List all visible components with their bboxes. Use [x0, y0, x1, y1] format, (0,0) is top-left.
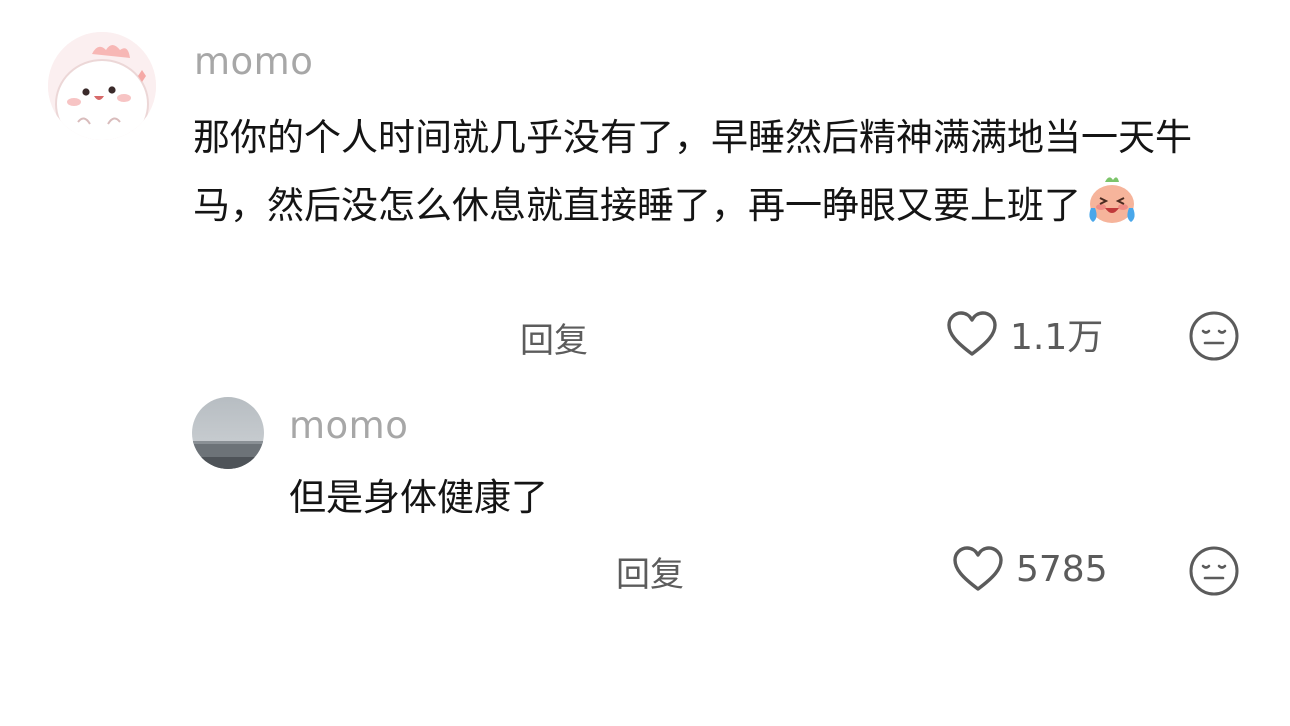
laugh-cry-emoji-icon — [1085, 174, 1139, 226]
comment-text: 那你的个人时间就几乎没有了，早睡然后精神满满地当一天牛马，然后没怎么休息就直接睡… — [193, 104, 1253, 240]
username[interactable]: momo — [194, 40, 313, 83]
like-button[interactable]: 5785 — [952, 545, 1108, 593]
reply-button[interactable]: 回复 — [616, 547, 684, 596]
comment-text: 但是身体健康了 — [289, 476, 548, 519]
cartoon-avatar-image — [48, 32, 156, 140]
heart-outline-icon — [947, 311, 997, 356]
like-count: 5785 — [1016, 548, 1108, 590]
meh-face-icon[interactable] — [1188, 545, 1240, 597]
like-count: 1.1万 — [1010, 317, 1104, 358]
meh-face-icon[interactable] — [1188, 310, 1240, 362]
sea-photo-avatar-image — [192, 397, 264, 469]
reply-comment-item: momo 但是身体健康了 回复 5785 — [0, 380, 1290, 726]
comment-text-body: 那你的个人时间就几乎没有了，早睡然后精神满满地当一天牛马，然后没怎么休息就直接睡… — [193, 116, 1192, 227]
avatar[interactable] — [192, 397, 264, 469]
heart-outline-icon — [953, 546, 1003, 591]
avatar[interactable] — [48, 32, 156, 140]
comment-item: momo 那你的个人时间就几乎没有了，早睡然后精神满满地当一天牛马，然后没怎么休… — [0, 0, 1290, 380]
username[interactable]: momo — [289, 404, 408, 447]
reply-button[interactable]: 回复 — [520, 313, 588, 362]
like-button[interactable]: 1.1万 — [946, 308, 1103, 360]
